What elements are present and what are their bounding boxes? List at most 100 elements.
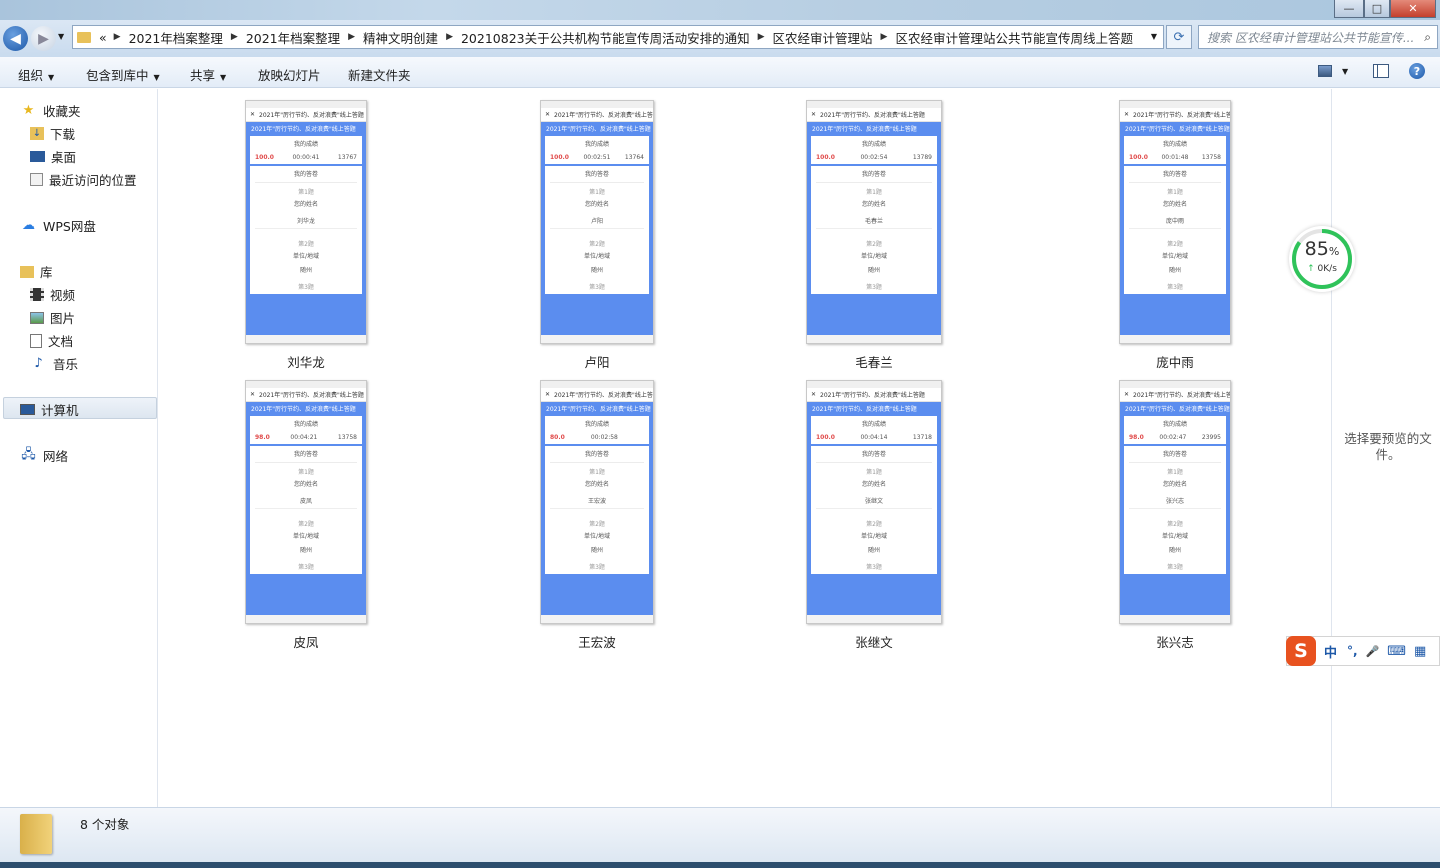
sidebar-item-network[interactable]: 🖧 网络	[20, 446, 68, 465]
sidebar-item-label: 下载	[50, 127, 76, 142]
new-folder-button[interactable]: 新建文件夹	[348, 65, 411, 84]
image-thumbnail[interactable]: ✕ 2021年"厉行节约、反对浪费"线上答题 2021年"厉行节约、反对浪费"线上答…	[245, 100, 367, 344]
crumb-sep-icon[interactable]: ▶	[345, 32, 358, 42]
q3-label: 第3题	[298, 284, 314, 291]
image-thumbnail[interactable]: ✕ 2021年"厉行节约、反对浪费"线上答题 2021年"厉行节约、反对浪费"线上答…	[1119, 380, 1231, 624]
image-thumbnail[interactable]: ✕ 2021年"厉行节约、反对浪费"线上答题 2021年"厉行节约、反对浪费"线上答…	[806, 100, 942, 344]
breadcrumb-item[interactable]: 2021年档案整理	[124, 28, 228, 47]
speed-percent: 85%	[1289, 238, 1355, 260]
ime-toolbox-button[interactable]: ▦	[1414, 644, 1426, 659]
forward-button[interactable]: ▶	[31, 26, 56, 51]
q3-label: 第3题	[866, 284, 882, 291]
search-input[interactable]: 搜索 区农经审计管理站公共节能宣传... ⌕	[1198, 25, 1438, 49]
file-tile[interactable]: ✕ 2021年"厉行节约、反对浪费"线上答题 2021年"厉行节约、反对浪费"线上答…	[806, 380, 942, 650]
preview-pane: 选择要预览的文件。	[1331, 89, 1440, 807]
phone-banner: 2021年"厉行节约、反对浪费"线上答题	[812, 405, 917, 413]
file-tile[interactable]: ✕ 2021年"厉行节约、反对浪费"线上答题 2021年"厉行节约、反对浪费"线上答…	[1115, 380, 1235, 650]
breadcrumb-item[interactable]: 区农经审计管理站公共节能宣传周线上答题	[890, 28, 1138, 47]
share-button[interactable]: 共享 ▼	[190, 65, 226, 84]
image-thumbnail[interactable]: ✕ 2021年"厉行节约、反对浪费"线上答题 2021年"厉行节约、反对浪费"线上答…	[540, 100, 654, 344]
sidebar-item-music[interactable]: ♪ 音乐	[30, 354, 78, 373]
sidebar-item-libraries[interactable]: 库	[20, 262, 53, 281]
file-name[interactable]: 刘华龙	[246, 352, 366, 371]
view-options-button[interactable]: ▼	[1318, 65, 1348, 77]
unit-label: 单位/地域	[860, 533, 888, 540]
file-tile[interactable]: ✕ 2021年"厉行节约、反对浪费"线上答题 2021年"厉行节约、反对浪费"线上答…	[537, 380, 657, 650]
q3-label: 第3题	[1167, 564, 1183, 571]
crumb-sep-icon[interactable]: ▶	[443, 32, 456, 42]
file-name[interactable]: 张继文	[814, 632, 934, 651]
sidebar-item-recent[interactable]: 最近访问的位置	[30, 170, 137, 189]
file-name[interactable]: 皮凤	[246, 632, 366, 651]
time-value: 00:04:21	[290, 434, 318, 441]
file-tile[interactable]: ✕ 2021年"厉行节约、反对浪费"线上答题 2021年"厉行节约、反对浪费"线上答…	[806, 100, 942, 370]
sidebar-item-downloads[interactable]: ↓ 下载	[30, 124, 75, 143]
sidebar-item-computer[interactable]: 计算机	[20, 400, 79, 419]
file-tile[interactable]: ✕ 2021年"厉行节约、反对浪费"线上答题 2021年"厉行节约、反对浪费"线上答…	[245, 100, 367, 370]
sidebar-item-wps[interactable]: ☁ WPS网盘	[20, 216, 96, 235]
network-speed-widget[interactable]: 85% ↑ 0K/s	[1289, 226, 1355, 292]
file-tile[interactable]: ✕ 2021年"厉行节约、反对浪费"线上答题 2021年"厉行节约、反对浪费"线上答…	[537, 100, 657, 370]
file-tile[interactable]: ✕ 2021年"厉行节约、反对浪费"线上答题 2021年"厉行节约、反对浪费"线上答…	[245, 380, 367, 650]
breadcrumb-item[interactable]: 20210823关于公共机构节能宣传周活动安排的通知	[456, 28, 755, 47]
score-card: 我的成绩 100.0 00:01:48 13758	[1124, 136, 1226, 164]
address-overflow[interactable]: «	[95, 30, 111, 45]
address-bar[interactable]: « ▶ 2021年档案整理 ▶ 2021年档案整理 ▶ 精神文明创建 ▶ 202…	[72, 25, 1164, 49]
ime-voice-button[interactable]: 🎤	[1366, 645, 1380, 658]
phone-status-bar	[541, 381, 653, 388]
q1-label: 第1题	[589, 189, 605, 196]
refresh-button[interactable]: ⟳	[1166, 25, 1192, 49]
ime-language-button[interactable]: 中	[1324, 642, 1337, 661]
breadcrumb-item[interactable]: 区农经审计管理站	[768, 28, 878, 47]
sogou-logo-icon[interactable]: S	[1286, 636, 1316, 666]
q1-label: 第1题	[1167, 469, 1183, 476]
ime-punctuation-button[interactable]: °,	[1347, 644, 1358, 658]
rank-label: 我的成绩	[293, 141, 318, 148]
sidebar-item-desktop[interactable]: 桌面	[30, 147, 76, 166]
crumb-sep-icon[interactable]: ▶	[111, 32, 124, 42]
picture-icon	[30, 311, 44, 324]
sidebar-item-videos[interactable]: 视频	[30, 285, 75, 304]
score-value: 100.0	[816, 154, 835, 161]
close-icon: ✕	[811, 391, 817, 398]
close-button[interactable]: ✕	[1390, 0, 1436, 18]
ime-keyboard-button[interactable]: ⌨	[1387, 644, 1406, 659]
minimize-button[interactable]: —	[1334, 0, 1364, 18]
file-name[interactable]: 毛春兰	[814, 352, 934, 371]
answer-label: 我的答卷	[293, 451, 318, 458]
maximize-button[interactable]: □	[1364, 0, 1390, 18]
score-card: 我的成绩 100.0 00:04:14 13718	[811, 416, 937, 444]
help-button[interactable]: ?	[1409, 63, 1425, 79]
sidebar-item-documents[interactable]: 文档	[30, 331, 73, 350]
time-value: 00:02:51	[583, 154, 611, 161]
name-label: 您的姓名	[861, 201, 886, 208]
crumb-sep-icon[interactable]: ▶	[878, 32, 891, 42]
back-button[interactable]: ◀	[3, 26, 28, 51]
refresh-icon: ⟳	[1173, 29, 1185, 45]
image-thumbnail[interactable]: ✕ 2021年"厉行节约、反对浪费"线上答题 2021年"厉行节约、反对浪费"线上答…	[806, 380, 942, 624]
organize-button[interactable]: 组织 ▼	[18, 65, 54, 84]
address-dropdown-icon[interactable]: ▼	[1151, 32, 1157, 41]
phone-header-title: 2021年"厉行节约、反对浪费"线上答题	[259, 392, 364, 399]
file-tile[interactable]: ✕ 2021年"厉行节约、反对浪费"线上答题 2021年"厉行节约、反对浪费"线上答…	[1115, 100, 1235, 370]
crumb-sep-icon[interactable]: ▶	[755, 32, 768, 42]
file-name[interactable]: 张兴志	[1115, 632, 1235, 651]
image-thumbnail[interactable]: ✕ 2021年"厉行节约、反对浪费"线上答题 2021年"厉行节约、反对浪费"线上答…	[540, 380, 654, 624]
crumb-sep-icon[interactable]: ▶	[228, 32, 241, 42]
phone-banner: 2021年"厉行节约、反对浪费"线上答题	[1125, 125, 1230, 133]
include-library-button[interactable]: 包含到库中 ▼	[86, 65, 160, 84]
history-dropdown-icon[interactable]: ▼	[58, 32, 64, 41]
sidebar-item-label: 图片	[50, 311, 76, 326]
breadcrumb-item[interactable]: 精神文明创建	[358, 28, 443, 47]
file-name[interactable]: 庞中雨	[1115, 352, 1235, 371]
slideshow-button[interactable]: 放映幻灯片	[258, 65, 321, 84]
sidebar-item-pictures[interactable]: 图片	[30, 308, 75, 327]
close-icon: ✕	[250, 111, 256, 118]
file-name[interactable]: 王宏波	[537, 632, 657, 651]
breadcrumb-item[interactable]: 2021年档案整理	[241, 28, 345, 47]
image-thumbnail[interactable]: ✕ 2021年"厉行节约、反对浪费"线上答题 2021年"厉行节约、反对浪费"线上答…	[1119, 100, 1231, 344]
sidebar-item-favorites[interactable]: ★ 收藏夹	[20, 101, 81, 120]
preview-pane-button[interactable]	[1373, 64, 1389, 78]
image-thumbnail[interactable]: ✕ 2021年"厉行节约、反对浪费"线上答题 2021年"厉行节约、反对浪费"线上答…	[245, 380, 367, 624]
file-name[interactable]: 卢阳	[537, 352, 657, 371]
